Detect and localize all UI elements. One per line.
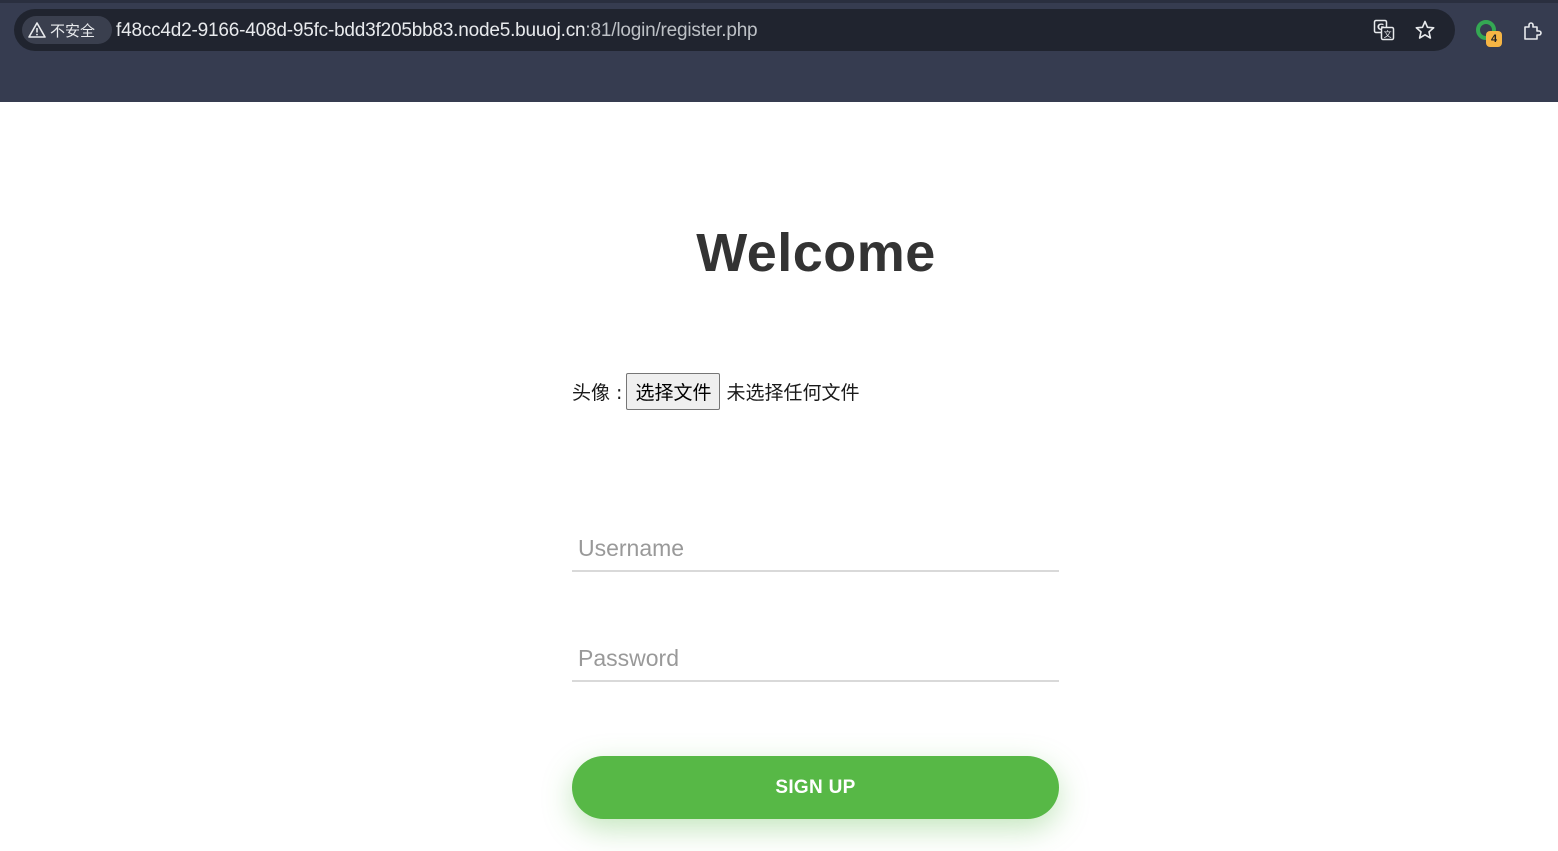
- username-input[interactable]: [572, 526, 1059, 570]
- url-path: :81/login/register.php: [585, 20, 758, 41]
- password-input[interactable]: [572, 636, 1059, 680]
- file-status-text: 未选择任何文件: [726, 381, 860, 404]
- security-indicator[interactable]: 不安全: [22, 16, 112, 44]
- warning-icon: [28, 21, 46, 39]
- star-icon[interactable]: [1414, 19, 1436, 41]
- avatar-upload-row: 头像 : 选择文件 未选择任何文件: [572, 372, 859, 410]
- choose-file-button[interactable]: 选择文件: [626, 372, 721, 410]
- url-text[interactable]: f48cc4d2-9166-408d-95fc-bdd3f205bb83.nod…: [116, 20, 758, 42]
- security-label: 不安全: [50, 21, 96, 40]
- page-title: Welcome: [696, 223, 936, 283]
- url-host: f48cc4d2-9166-408d-95fc-bdd3f205bb83.nod…: [116, 20, 586, 41]
- address-bar[interactable]: 不安全 f48cc4d2-9166-408d-95fc-bdd3f205bb83…: [14, 9, 1455, 51]
- svg-text:文: 文: [1384, 29, 1392, 39]
- extension-ring-icon[interactable]: 4: [1474, 18, 1502, 47]
- avatar-label: 头像 :: [572, 381, 623, 404]
- password-field[interactable]: [572, 636, 1059, 682]
- username-field[interactable]: [572, 526, 1059, 572]
- puzzle-icon[interactable]: [1520, 18, 1546, 44]
- browser-toolbar: 不安全 f48cc4d2-9166-408d-95fc-bdd3f205bb83…: [0, 0, 1558, 102]
- extension-badge: 4: [1486, 31, 1502, 47]
- translate-icon[interactable]: G 文: [1373, 19, 1395, 41]
- sign-up-button[interactable]: SIGN UP: [572, 756, 1059, 819]
- tab-strip-edge: [0, 0, 1558, 3]
